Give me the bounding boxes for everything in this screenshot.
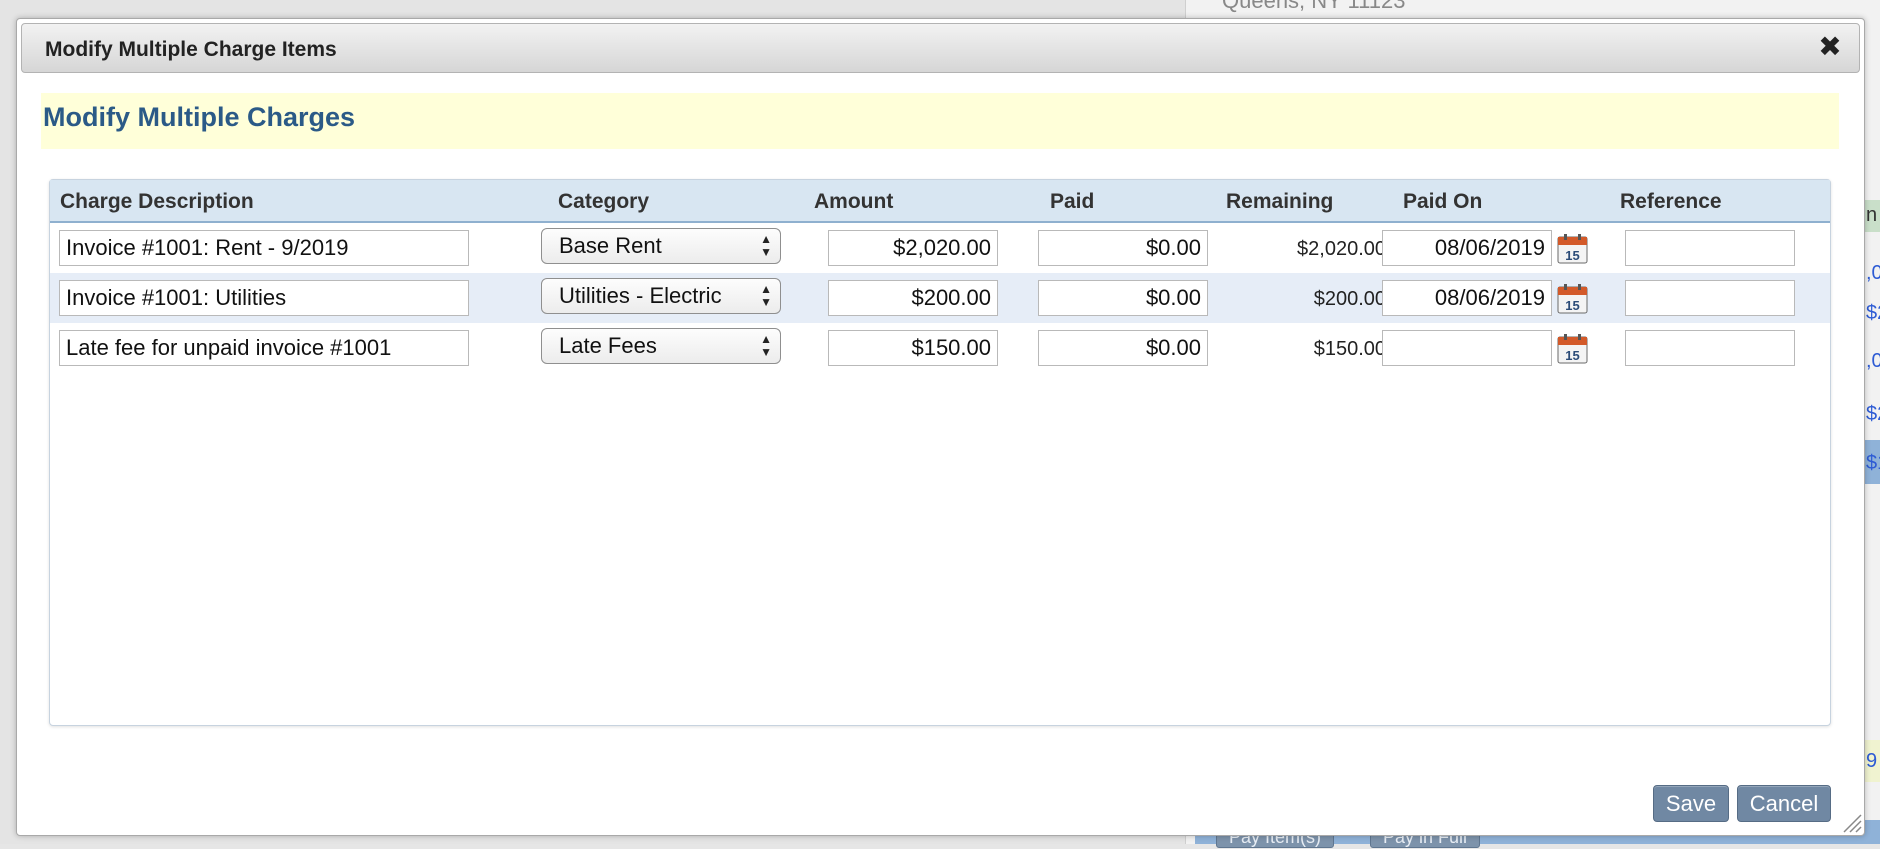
remaining-value: $2,020.00	[1297, 238, 1386, 260]
modify-charges-dialog: Modify Multiple Charge Items ✖ Modify Mu…	[16, 18, 1865, 836]
paid-input[interactable]: $0.00	[1038, 230, 1208, 266]
table-row: Invoice #1001: Rent - 9/2019 Base Rent ▲…	[50, 223, 1830, 273]
category-select[interactable]: Utilities - Electric ▲ ▼	[541, 278, 781, 314]
dialog-title: Modify Multiple Charge Items	[45, 38, 337, 61]
reference-input[interactable]	[1625, 330, 1795, 366]
background-link[interactable]: ,0	[1866, 350, 1880, 373]
background-link[interactable]: 9	[1866, 750, 1877, 773]
page-title: Modify Multiple Charges	[43, 102, 356, 132]
background-link[interactable]: ,0	[1866, 262, 1880, 285]
paid-input[interactable]: $0.00	[1038, 330, 1208, 366]
select-arrows-icon: ▲ ▼	[760, 332, 772, 359]
select-arrows-icon: ▲ ▼	[760, 282, 772, 309]
description-input[interactable]: Invoice #1001: Utilities	[59, 280, 469, 316]
background-link[interactable]: $2	[1866, 403, 1880, 426]
calendar-number: 15	[1565, 298, 1579, 313]
heading-banner: Modify Multiple Charges	[41, 93, 1839, 149]
background-link[interactable]: $1	[1866, 452, 1880, 475]
column-header-paid-on[interactable]: Paid On	[1403, 190, 1482, 214]
calendar-icon[interactable]: 15	[1557, 284, 1588, 314]
column-header-paid[interactable]: Paid	[1050, 190, 1094, 214]
table-row: Late fee for unpaid invoice #1001 Late F…	[50, 323, 1830, 373]
calendar-icon[interactable]: 15	[1557, 234, 1588, 264]
close-icon[interactable]: ✖	[1815, 32, 1845, 62]
reference-input[interactable]	[1625, 230, 1795, 266]
calendar-number: 15	[1565, 248, 1579, 263]
table-header: Charge Description Category Amount Paid …	[50, 180, 1830, 223]
amount-input[interactable]: $200.00	[828, 280, 998, 316]
category-select[interactable]: Base Rent ▲ ▼	[541, 228, 781, 264]
category-select-value: Utilities - Electric	[559, 283, 722, 308]
remaining-value: $150.00	[1313, 338, 1386, 360]
dialog-titlebar[interactable]: Modify Multiple Charge Items ✖	[21, 23, 1860, 73]
background-link[interactable]: $2	[1866, 302, 1880, 325]
calendar-icon[interactable]: 15	[1557, 334, 1588, 364]
category-select[interactable]: Late Fees ▲ ▼	[541, 328, 781, 364]
calendar-number: 15	[1565, 348, 1579, 363]
background-address: Queens, NY 11123	[1222, 0, 1406, 13]
paid-on-input[interactable]: 08/06/2019	[1382, 280, 1552, 316]
category-select-value: Late Fees	[559, 333, 657, 358]
background-column-header-text: n	[1866, 204, 1878, 226]
description-input[interactable]: Late fee for unpaid invoice #1001	[59, 330, 469, 366]
column-header-category[interactable]: Category	[558, 190, 649, 214]
remaining-value: $200.00	[1313, 288, 1386, 310]
select-arrows-icon: ▲ ▼	[760, 232, 772, 259]
column-header-reference[interactable]: Reference	[1620, 190, 1722, 214]
resize-handle-icon[interactable]	[1840, 811, 1862, 833]
paid-input[interactable]: $0.00	[1038, 280, 1208, 316]
table-row: Invoice #1001: Utilities Utilities - Ele…	[50, 273, 1830, 323]
paid-on-input[interactable]: 08/06/2019	[1382, 230, 1552, 266]
amount-input[interactable]: $150.00	[828, 330, 998, 366]
save-button[interactable]: Save	[1653, 785, 1729, 822]
charges-table: Charge Description Category Amount Paid …	[49, 179, 1831, 726]
column-header-remaining[interactable]: Remaining	[1226, 190, 1333, 214]
amount-input[interactable]: $2,020.00	[828, 230, 998, 266]
paid-on-input[interactable]	[1382, 330, 1552, 366]
column-header-description[interactable]: Charge Description	[60, 190, 254, 214]
reference-input[interactable]	[1625, 280, 1795, 316]
cancel-button[interactable]: Cancel	[1737, 785, 1831, 822]
column-header-amount[interactable]: Amount	[814, 190, 893, 214]
description-input[interactable]: Invoice #1001: Rent - 9/2019	[59, 230, 469, 266]
category-select-value: Base Rent	[559, 233, 662, 258]
